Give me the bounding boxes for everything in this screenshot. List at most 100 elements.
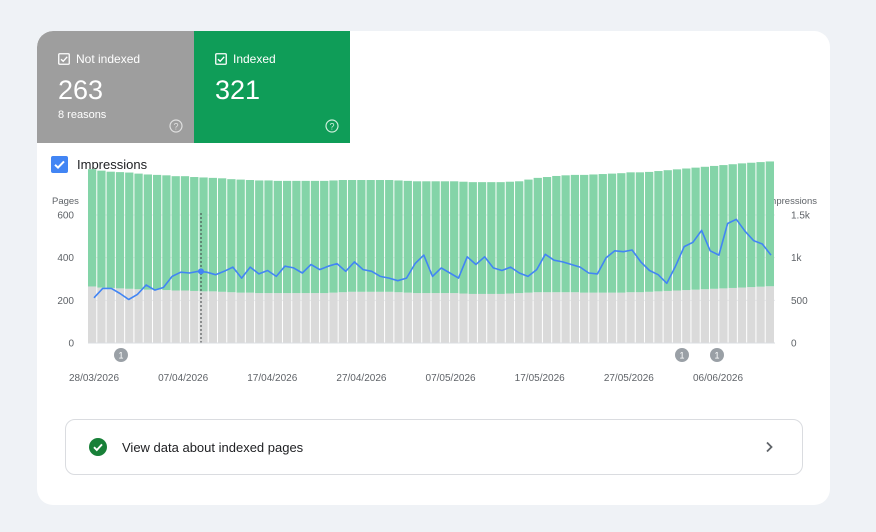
bar-indexed (190, 177, 199, 291)
bar-indexed (728, 164, 737, 288)
bar-indexed (152, 174, 162, 290)
check-circle-icon (89, 438, 107, 456)
bar-not-indexed (617, 292, 626, 343)
bar-indexed (496, 182, 505, 294)
right-tick-label: 500 (791, 296, 808, 307)
bar-not-indexed (728, 287, 737, 343)
view-indexed-data-label: View data about indexed pages (122, 439, 304, 455)
bar-indexed (394, 180, 403, 293)
bar-indexed (366, 180, 375, 292)
bar-indexed (292, 180, 301, 294)
bar-indexed (663, 170, 672, 291)
bar-not-indexed (468, 293, 477, 343)
bar-indexed (635, 172, 645, 293)
bar-not-indexed (765, 286, 774, 343)
bar-not-indexed (580, 292, 589, 343)
bar-not-indexed (607, 292, 617, 343)
bar-not-indexed (756, 286, 765, 343)
bar-indexed (320, 180, 329, 294)
bar-indexed (487, 182, 496, 294)
x-tick-label: 07/04/2026 (158, 373, 208, 384)
bar-not-indexed (190, 290, 199, 343)
bar-indexed (756, 162, 765, 287)
view-indexed-data-link[interactable]: View data about indexed pages (65, 419, 803, 475)
bar-not-indexed (412, 293, 422, 343)
bar-indexed (217, 178, 227, 292)
bar-indexed (672, 169, 682, 291)
bar-not-indexed (217, 291, 227, 343)
bar-not-indexed (635, 292, 645, 343)
bar-indexed (301, 180, 310, 294)
bar-not-indexed (570, 292, 580, 343)
bar-not-indexed (477, 293, 487, 343)
bar-indexed (134, 173, 143, 290)
left-tick-label: 400 (57, 253, 74, 264)
bar-not-indexed (589, 292, 598, 343)
bar-indexed (710, 165, 719, 289)
index-coverage-card: Not indexed 263 8 reasons ? Indexed 321 … (37, 31, 830, 505)
bar-indexed (440, 181, 450, 294)
bar-indexed (385, 180, 394, 292)
right-tick-label: 0 (791, 339, 797, 350)
bar-indexed (329, 180, 338, 293)
x-tick-label: 27/04/2026 (336, 373, 386, 384)
bar-indexed (505, 181, 515, 294)
x-tick-label: 28/03/2026 (69, 373, 119, 384)
bar-not-indexed (338, 292, 347, 343)
bar-indexed (88, 169, 97, 287)
bar-not-indexed (505, 293, 515, 343)
bar-not-indexed (208, 291, 217, 343)
bar-not-indexed (710, 288, 719, 343)
bar-indexed (459, 181, 468, 294)
left-tick-label: 600 (57, 211, 74, 222)
right-tick-label: 1.5k (791, 211, 811, 222)
bar-indexed (691, 167, 700, 290)
annotation-marker-label: 1 (118, 351, 123, 361)
bar-indexed (125, 172, 134, 289)
bar-not-indexed (143, 289, 152, 343)
bar-not-indexed (515, 293, 524, 343)
bar-not-indexed (487, 293, 496, 343)
bar-not-indexed (347, 291, 357, 343)
bar-not-indexed (310, 293, 320, 343)
bar-indexed (598, 174, 607, 293)
bar-not-indexed (654, 291, 663, 343)
bar-not-indexed (292, 293, 301, 343)
bar-not-indexed (524, 292, 533, 343)
bar-indexed (115, 172, 125, 289)
bar-not-indexed (552, 292, 561, 343)
bar-not-indexed (691, 289, 700, 343)
bar-indexed (561, 175, 570, 293)
bar-indexed (162, 175, 171, 291)
right-tick-label: 1k (791, 253, 803, 264)
bar-not-indexed (747, 287, 756, 343)
bar-not-indexed (431, 293, 440, 343)
bar-indexed (143, 174, 152, 290)
bar-indexed (97, 170, 106, 288)
bar-indexed (468, 182, 477, 294)
bar-not-indexed (682, 290, 691, 343)
bar-not-indexed (440, 293, 450, 343)
bar-not-indexed (672, 290, 682, 343)
bar-indexed (422, 181, 431, 294)
bar-indexed (589, 174, 598, 293)
bar-indexed (552, 175, 561, 293)
bar-not-indexed (255, 293, 264, 343)
bar-not-indexed (329, 292, 338, 343)
bar-not-indexed (496, 293, 505, 343)
bar-not-indexed (385, 291, 394, 343)
bar-not-indexed (97, 287, 106, 343)
bar-not-indexed (171, 290, 180, 343)
bar-indexed (700, 166, 710, 290)
bar-not-indexed (533, 292, 542, 343)
bar-not-indexed (282, 293, 292, 343)
x-tick-label: 06/06/2026 (693, 373, 743, 384)
bar-indexed (515, 181, 524, 294)
bar-not-indexed (450, 293, 459, 343)
x-tick-label: 17/04/2026 (247, 373, 297, 384)
bar-not-indexed (626, 292, 635, 343)
bar-indexed (570, 174, 580, 293)
bar-not-indexed (700, 289, 710, 343)
bar-not-indexed (152, 289, 162, 343)
bar-not-indexed (227, 292, 236, 343)
